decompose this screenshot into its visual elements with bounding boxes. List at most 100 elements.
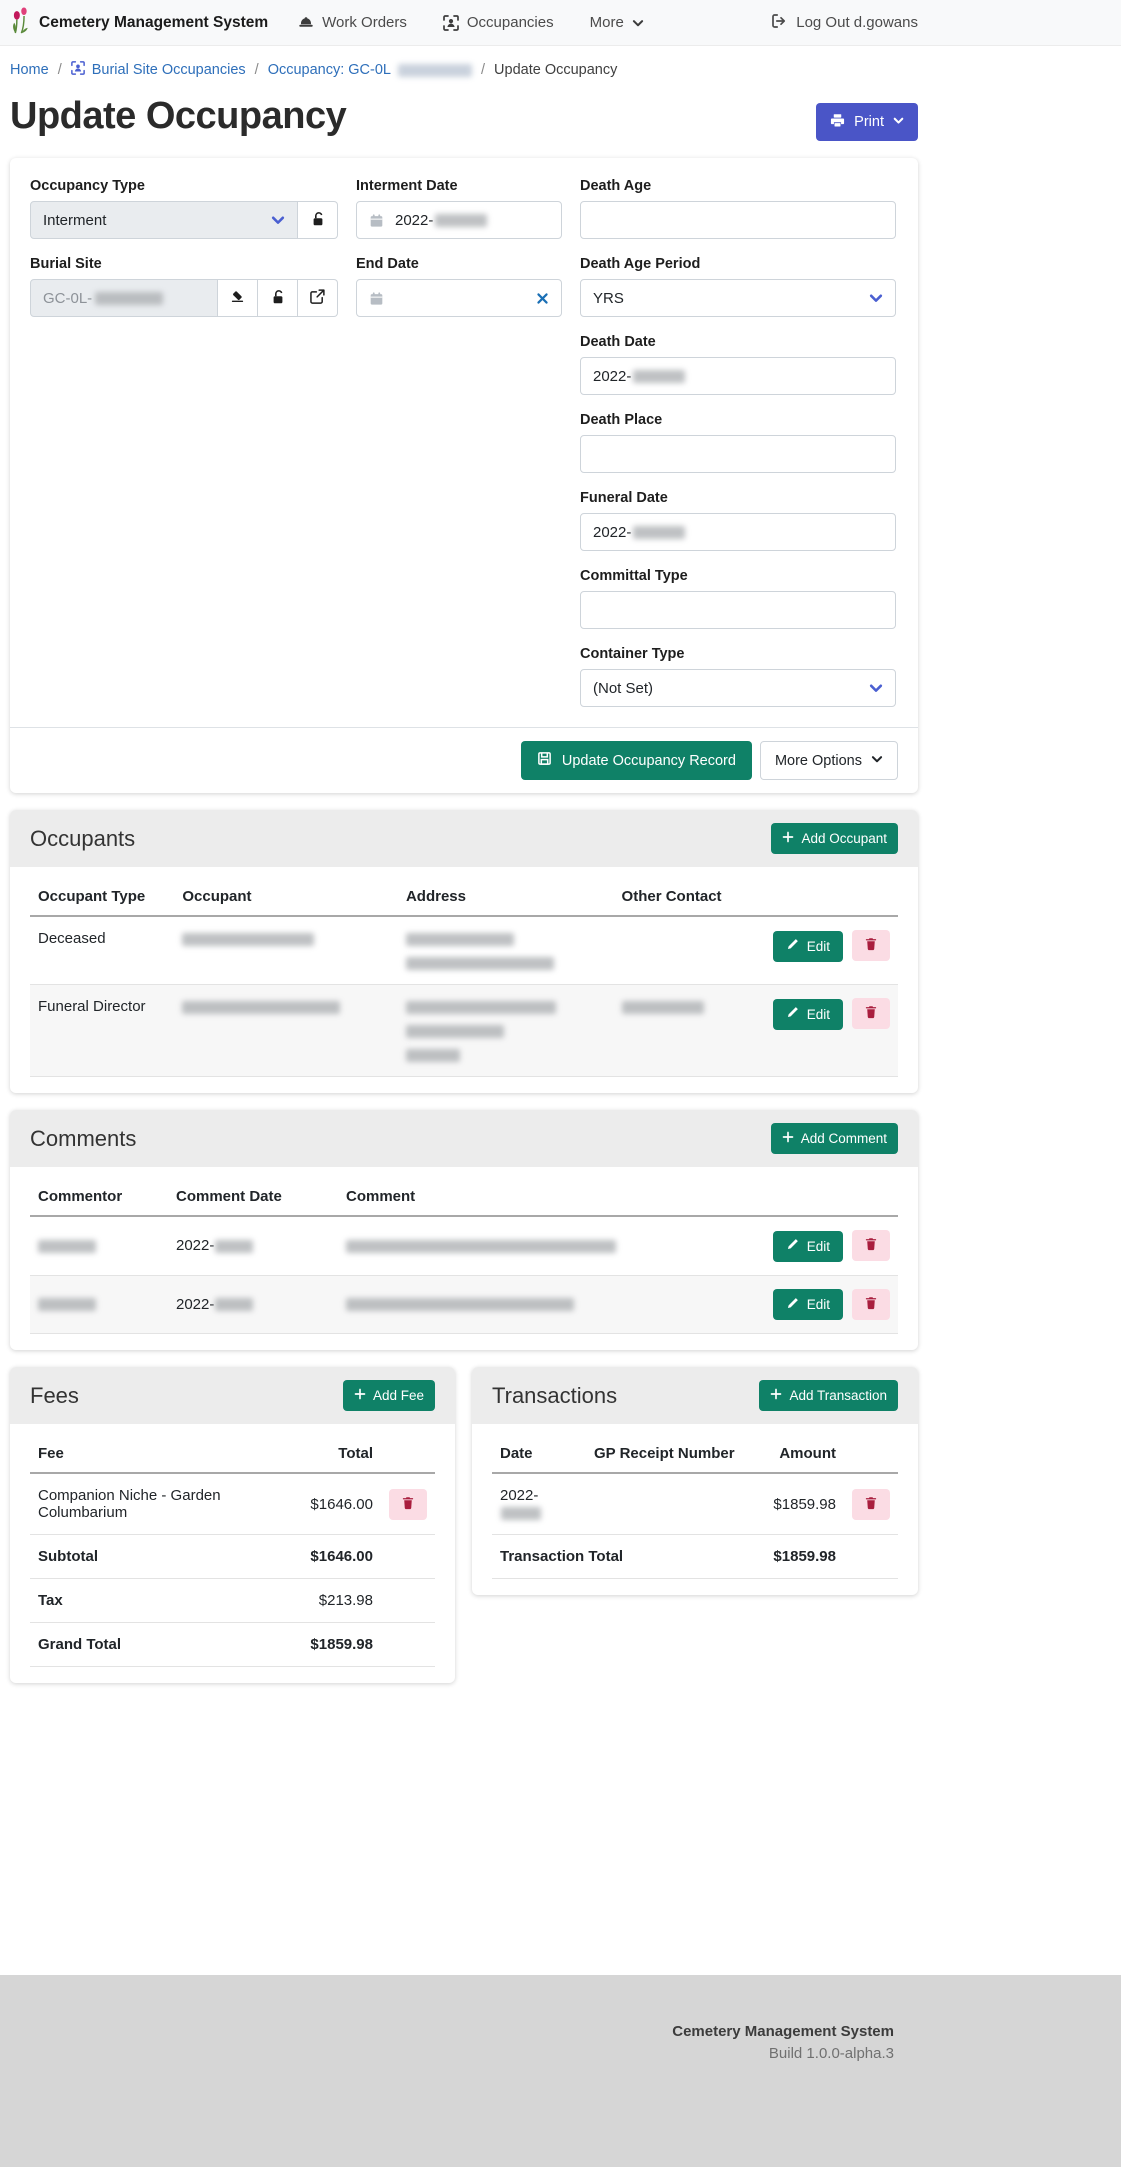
interment-date-input[interactable]: 2022- [356, 201, 562, 239]
table-row: Companion Niche - Garden Columbarium $16… [30, 1473, 435, 1535]
edit-occupant-button[interactable]: Edit [773, 931, 843, 962]
delete-fee-button[interactable] [389, 1489, 427, 1520]
plus-icon [782, 831, 794, 846]
edit-label: Edit [807, 1007, 830, 1022]
occupancy-type-select[interactable]: Interment [30, 201, 298, 239]
burial-site-clear-button[interactable] [218, 279, 258, 317]
nav-item-work-orders[interactable]: Work Orders [298, 14, 407, 31]
death-age-label: Death Age [580, 178, 896, 194]
top-navbar: Cemetery Management System Work Orders [0, 0, 1121, 46]
breadcrumb-burial-site-occupancies[interactable]: Burial Site Occupancies [71, 61, 246, 79]
nav-item-more[interactable]: More [590, 14, 644, 31]
col-comment-date: Comment Date [168, 1179, 338, 1216]
save-icon [537, 751, 552, 770]
chevron-down-icon [869, 681, 883, 695]
occupancy-type-unlock-button[interactable] [298, 201, 338, 239]
burial-site-unlock-button[interactable] [258, 279, 298, 317]
pencil-icon [786, 938, 799, 954]
end-date-input[interactable] [356, 279, 562, 317]
burial-site-open-button[interactable] [298, 279, 338, 317]
add-fee-button[interactable]: Add Fee [343, 1380, 435, 1411]
funeral-date-input[interactable]: 2022- [580, 513, 896, 551]
col-date: Date [492, 1436, 586, 1473]
comment-date-cell: 2022- [168, 1216, 338, 1275]
actions-cell: Edit [765, 916, 898, 985]
page-title: Update Occupancy [10, 95, 346, 138]
edit-comment-button[interactable]: Edit [773, 1289, 843, 1320]
death-age-input[interactable] [580, 201, 896, 239]
subtotal-value: $1646.00 [285, 1535, 381, 1579]
death-age-period-select[interactable]: YRS [580, 279, 896, 317]
footer-app-title: Cemetery Management System [10, 2023, 894, 2040]
update-occupancy-record-button[interactable]: Update Occupancy Record [521, 741, 752, 780]
col-occupant: Occupant [174, 879, 398, 916]
more-options-button[interactable]: More Options [760, 741, 898, 780]
delete-transaction-button[interactable] [852, 1489, 890, 1520]
container-type-select[interactable]: (Not Set) [580, 669, 896, 707]
death-place-input[interactable] [580, 435, 896, 473]
delete-comment-button[interactable] [852, 1230, 890, 1261]
delete-comment-button[interactable] [852, 1289, 890, 1320]
calendar-icon [369, 291, 384, 306]
col-total: Total [285, 1436, 381, 1473]
printer-icon [830, 113, 845, 132]
breadcrumb-occupancy[interactable]: Occupancy: GC-0L [268, 62, 472, 78]
redacted-text [633, 370, 685, 383]
pencil-icon [786, 1297, 799, 1313]
table-row: 2022- Edit [30, 1275, 898, 1334]
gp-receipt-cell [586, 1473, 748, 1535]
col-fee: Fee [30, 1436, 285, 1473]
logout-button[interactable]: Log Out d.gowans [771, 13, 918, 33]
calendar-icon [369, 213, 384, 228]
committal-type-label: Committal Type [580, 568, 896, 584]
logout-icon [771, 13, 787, 33]
add-occupant-button[interactable]: Add Occupant [771, 823, 898, 854]
occupant-cell [174, 916, 398, 985]
col-actions [844, 1436, 898, 1473]
nav-item-occupancies[interactable]: Occupancies [443, 14, 554, 31]
redacted-text [215, 1240, 253, 1253]
col-comment: Comment [338, 1179, 765, 1216]
edit-occupant-button[interactable]: Edit [773, 999, 843, 1030]
print-button[interactable]: Print [816, 103, 918, 141]
redacted-text [406, 1049, 460, 1062]
redacted-text [501, 1507, 541, 1520]
occupant-type-cell: Deceased [30, 916, 174, 985]
col-actions [765, 1179, 898, 1216]
add-comment-button[interactable]: Add Comment [771, 1123, 898, 1154]
redacted-text [182, 1001, 340, 1014]
field-occupancy-type: Occupancy Type Interment [30, 178, 338, 239]
occupancy-type-value: Interment [43, 212, 106, 229]
edit-comment-button[interactable]: Edit [773, 1231, 843, 1262]
committal-type-input[interactable] [580, 591, 896, 629]
actions-cell [844, 1473, 898, 1535]
occupancy-type-label: Occupancy Type [30, 178, 338, 194]
redacted-text [346, 1240, 616, 1253]
delete-occupant-button[interactable] [852, 998, 890, 1029]
occupancy-form-card: Occupancy Type Interment [10, 158, 918, 793]
footer-build-version: Build 1.0.0-alpha.3 [10, 2045, 894, 2062]
table-row: Deceased Edit [30, 916, 898, 985]
occupancy-frame-icon [71, 61, 85, 79]
occupants-card: Occupants Add Occupant Occupant Type Occ… [10, 810, 918, 1093]
chevron-down-icon [869, 291, 883, 305]
more-options-label: More Options [775, 753, 862, 769]
death-date-input[interactable]: 2022- [580, 357, 896, 395]
death-age-period-value: YRS [593, 290, 624, 307]
app-brand[interactable]: Cemetery Management System [10, 7, 268, 39]
other-contact-cell [614, 985, 765, 1077]
col-actions [765, 879, 898, 916]
field-death-place: Death Place [580, 412, 896, 473]
clear-date-icon[interactable] [536, 292, 549, 305]
chevron-down-icon [271, 213, 285, 227]
breadcrumb-home[interactable]: Home [10, 62, 49, 78]
add-transaction-button[interactable]: Add Transaction [759, 1380, 898, 1411]
delete-occupant-button[interactable] [852, 930, 890, 961]
commentor-cell [30, 1275, 168, 1334]
actions-cell: Edit [765, 1275, 898, 1334]
fee-total-cell: $1646.00 [285, 1473, 381, 1535]
interment-date-label: Interment Date [356, 178, 562, 194]
trash-icon [864, 1237, 878, 1254]
col-address: Address [398, 879, 614, 916]
grand-total-label: Grand Total [30, 1623, 285, 1667]
